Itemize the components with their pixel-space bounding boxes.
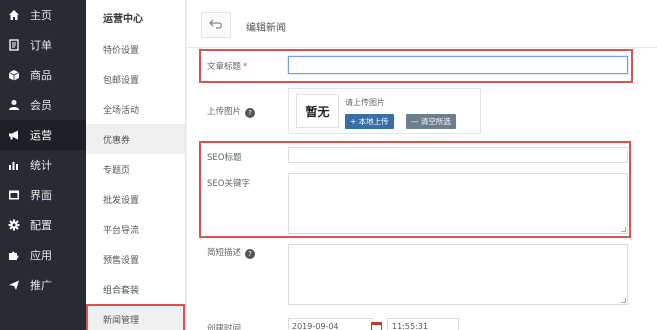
page-title: 编辑新闻 [246, 23, 286, 34]
home-icon [7, 8, 21, 22]
edit-news-form: 文章标题 * 上传图片? 暂无 请上传图片 + 本地上传 — 清空所选 SEO标题… [187, 48, 657, 330]
sidebar-item-news[interactable]: 新闻管理 [86, 304, 185, 330]
resize-handle-icon[interactable] [621, 227, 626, 232]
nav-item-interface[interactable]: 界面 [0, 180, 86, 210]
nav-item-label: 运营 [30, 129, 52, 142]
sidebar-item-special-price[interactable]: 特价设置 [86, 34, 185, 64]
sidebar-item-topic-page[interactable]: 专题页 [86, 154, 185, 184]
nav-item-home[interactable]: 主页 [0, 0, 86, 30]
primary-sidebar: 主页 订单 商品 会员 运营 统计 界面 配置 应用 推广 [0, 0, 86, 330]
image-thumbnail: 暂无 [296, 94, 339, 128]
nav-item-label: 统计 [30, 159, 52, 172]
resize-handle-icon[interactable] [621, 298, 626, 303]
nav-item-promotion[interactable]: 推广 [0, 270, 86, 300]
article-title-label: 文章标题 * [207, 62, 248, 72]
box-icon [7, 68, 21, 82]
nav-item-label: 配置 [30, 219, 52, 232]
page-header: 编辑新闻 [187, 0, 657, 48]
summary-textarea[interactable] [288, 244, 628, 305]
article-title-input[interactable] [288, 56, 628, 74]
nav-item-config[interactable]: 配置 [0, 210, 86, 240]
user-icon [7, 98, 21, 112]
nav-item-products[interactable]: 商品 [0, 60, 86, 90]
sidebar-item-coupons[interactable]: 优惠券 [86, 124, 185, 154]
nav-item-label: 商品 [30, 69, 52, 82]
calendar-icon[interactable] [369, 319, 383, 330]
sidebar-item-bundles[interactable]: 组合套装 [86, 274, 185, 304]
upload-hint: 请上传图片 [345, 98, 385, 107]
clear-selection-button[interactable]: — 清空所选 [406, 114, 456, 129]
help-icon[interactable]: ? [245, 249, 256, 259]
nav-item-label: 会员 [30, 99, 52, 112]
summary-label: 简短描述? [207, 246, 256, 259]
seo-title-label: SEO标题 [207, 153, 242, 163]
upload-local-button[interactable]: + 本地上传 [345, 114, 394, 129]
created-time-input[interactable]: 11:55:31 [387, 318, 459, 330]
megaphone-icon [7, 128, 21, 142]
nav-item-label: 订单 [30, 39, 52, 52]
sidebar-item-wholesale[interactable]: 批发设置 [86, 184, 185, 214]
nav-item-label: 应用 [30, 249, 52, 262]
send-icon [7, 278, 21, 292]
sidebar-item-presale[interactable]: 预售设置 [86, 244, 185, 274]
nav-item-statistics[interactable]: 统计 [0, 150, 86, 180]
seo-title-input[interactable] [288, 147, 628, 163]
created-time-label: 创建时间 [207, 324, 242, 330]
nav-item-orders[interactable]: 订单 [0, 30, 86, 60]
seo-keywords-textarea[interactable] [288, 173, 628, 234]
required-mark: * [243, 62, 248, 72]
bar-chart-icon [7, 158, 21, 172]
nav-item-apps[interactable]: 应用 [0, 240, 86, 270]
help-icon[interactable]: ? [245, 108, 256, 118]
undo-arrow-icon [209, 19, 223, 32]
puzzle-icon [7, 248, 21, 262]
sidebar-item-site-activity[interactable]: 全场活动 [86, 94, 185, 124]
nav-item-operations[interactable]: 运营 [0, 120, 86, 150]
created-date-input[interactable]: 2019-09-04 [288, 318, 373, 330]
nav-item-label: 推广 [30, 279, 52, 292]
nav-item-label: 主页 [30, 9, 52, 22]
seo-keywords-label: SEO关键字 [207, 179, 250, 189]
secondary-sidebar-heading: 运营中心 [103, 13, 143, 25]
secondary-sidebar: 运营中心 特价设置 包邮设置 全场活动 优惠券 专题页 批发设置 平台导流 预售… [86, 0, 186, 330]
order-icon [7, 38, 21, 52]
sidebar-item-free-shipping[interactable]: 包邮设置 [86, 64, 185, 94]
layout-icon [7, 188, 21, 202]
sidebar-item-traffic[interactable]: 平台导流 [86, 214, 185, 244]
nav-item-members[interactable]: 会员 [0, 90, 86, 120]
gear-icon [7, 218, 21, 232]
nav-item-label: 界面 [30, 189, 52, 202]
upload-image-label: 上传图片? [207, 105, 256, 118]
back-button[interactable] [201, 12, 231, 38]
image-upload-box: 暂无 请上传图片 + 本地上传 — 清空所选 [288, 88, 481, 134]
